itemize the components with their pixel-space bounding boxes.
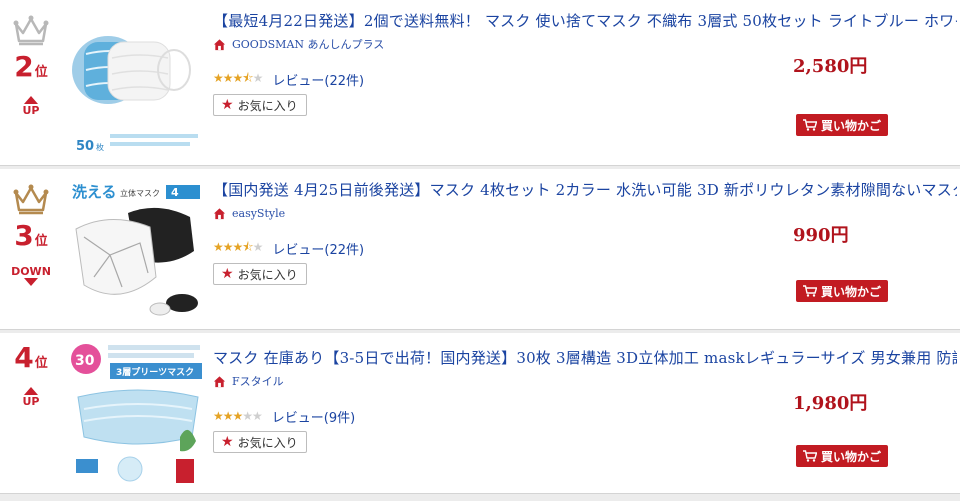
ranking-row: 2位 UP 50 枚 【最短4月22日発送】2個で送料無料！ マスク 使い捨てマ… <box>0 0 960 166</box>
arrow-up-icon <box>24 96 38 104</box>
ranking-row: 3位 DOWN 洗える 立体マスク 4 【国内発送 4月25日前後発送】マスク … <box>0 169 960 330</box>
thumb-heading-sub: 立体マスク <box>120 188 160 198</box>
rank-number: 3位 <box>14 219 48 252</box>
mask-image: 50 枚 <box>70 8 206 154</box>
rank-block: 2位 UP <box>0 0 62 117</box>
ranking-list: 2位 UP 50 枚 【最短4月22日発送】2個で送料無料！ マスク 使い捨てマ… <box>0 0 960 501</box>
price: 990円 <box>793 225 849 246</box>
arrow-up-icon <box>24 387 38 395</box>
thumb-badge-number: 30 <box>75 353 95 369</box>
rank-number: 4位 <box>14 341 48 374</box>
review-link[interactable]: レビュー(22件) <box>272 70 364 89</box>
star-icon: ★ <box>221 434 234 450</box>
mask-image: 30 3層プリーツマスク <box>70 341 206 487</box>
shop-house-icon <box>213 375 226 387</box>
thumb-badge-suffix: 枚 <box>96 142 104 152</box>
product-thumbnail[interactable]: 50 枚 <box>70 8 206 154</box>
price: 2,580円 <box>793 56 868 77</box>
favorite-button[interactable]: ★ お気に入り <box>213 263 307 285</box>
trend-down-indicator: DOWN <box>0 265 62 286</box>
shop-row: Fスタイル <box>213 373 957 389</box>
price: 1,980円 <box>793 393 868 414</box>
cart-icon <box>802 285 817 297</box>
star-icon: ★ <box>221 97 234 113</box>
mask-image: 洗える 立体マスク 4 <box>70 177 206 323</box>
product-info: マスク 在庫あり【3-5日で出荷！国内発送】30枚 3層構造 3D立体加工 ma… <box>213 347 957 467</box>
rank-block: 4位 UP <box>0 333 62 409</box>
thumb-heading: 3層プリーツマスク <box>116 366 194 378</box>
rank-number: 2位 <box>14 50 48 83</box>
product-title-link[interactable]: 【国内発送 4月25日前後発送】マスク 4枚セット 2カラー 水洗い可能 3D … <box>213 179 957 201</box>
favorite-button[interactable]: ★ お気に入り <box>213 94 307 116</box>
ranking-row: 4位 UP 30 3層プリーツマスク マスク 在庫あり【3-5日で出荷！国内発送… <box>0 333 960 494</box>
add-to-cart-button[interactable]: 買い物かご <box>796 280 888 302</box>
shop-name-link[interactable]: GOODSMAN あんしんプラス <box>232 36 384 52</box>
thumb-tag: 4 <box>171 186 179 199</box>
product-thumbnail[interactable]: 洗える 立体マスク 4 <box>70 177 206 323</box>
star-rating: ★★★⯪★ <box>213 70 263 85</box>
shop-house-icon <box>213 207 226 219</box>
product-info: 【国内発送 4月25日前後発送】マスク 4枚セット 2カラー 水洗い可能 3D … <box>213 179 957 302</box>
review-link[interactable]: レビュー(9件) <box>272 407 355 426</box>
crown-silver-icon <box>13 15 49 46</box>
review-link[interactable]: レビュー(22件) <box>272 239 364 258</box>
shop-house-icon <box>213 38 226 50</box>
add-to-cart-button[interactable]: 買い物かご <box>796 114 888 136</box>
arrow-down-icon <box>24 278 38 286</box>
shop-row: easyStyle <box>213 205 957 221</box>
thumb-badge-number: 50 <box>76 139 94 154</box>
product-thumbnail[interactable]: 30 3層プリーツマスク <box>70 341 206 487</box>
product-title-link[interactable]: マスク 在庫あり【3-5日で出荷！国内発送】30枚 3層構造 3D立体加工 ma… <box>213 347 957 369</box>
star-rating: ★★★★★ <box>213 409 263 423</box>
product-info: 【最短4月22日発送】2個で送料無料！ マスク 使い捨てマスク 不織布 3層式 … <box>213 10 957 136</box>
cart-icon <box>802 119 817 131</box>
shop-row: GOODSMAN あんしんプラス <box>213 36 957 52</box>
star-icon: ★ <box>221 266 234 282</box>
product-title-link[interactable]: 【最短4月22日発送】2個で送料無料！ マスク 使い捨てマスク 不織布 3層式 … <box>213 10 957 32</box>
rank-block: 3位 DOWN <box>0 169 62 286</box>
crown-bronze-icon <box>13 184 49 215</box>
shop-name-link[interactable]: Fスタイル <box>232 373 284 389</box>
favorite-button[interactable]: ★ お気に入り <box>213 431 307 453</box>
thumb-heading: 洗える <box>72 183 117 201</box>
trend-up-indicator: UP <box>0 387 62 408</box>
trend-up-indicator: UP <box>0 96 62 117</box>
add-to-cart-button[interactable]: 買い物かご <box>796 445 888 467</box>
cart-icon <box>802 450 817 462</box>
star-rating: ★★★⯪★ <box>213 239 263 254</box>
shop-name-link[interactable]: easyStyle <box>232 207 285 220</box>
